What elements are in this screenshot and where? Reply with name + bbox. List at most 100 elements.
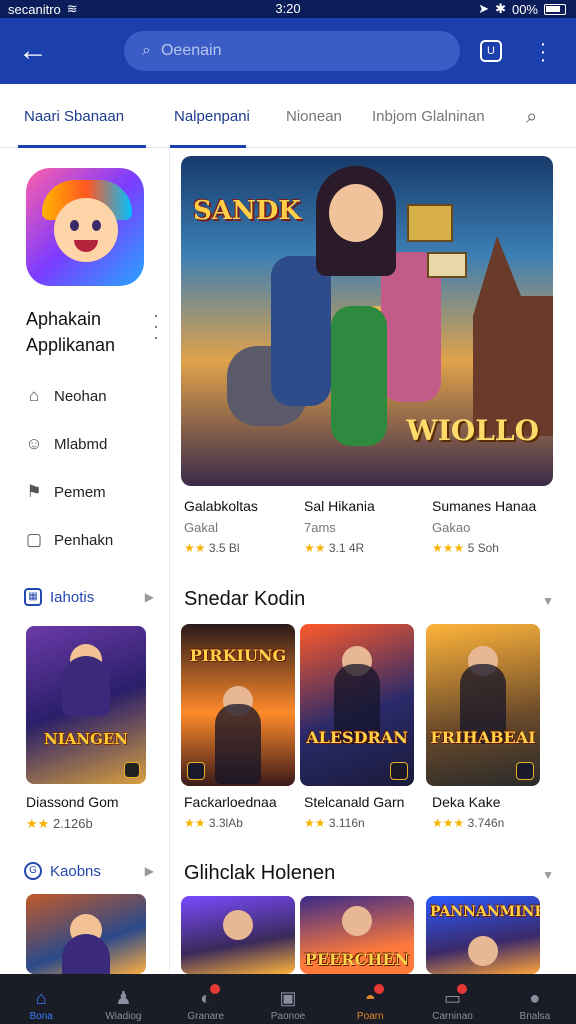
star-icon: ★★★ bbox=[432, 541, 465, 555]
card-rating: ★★ 2.126b bbox=[26, 816, 93, 831]
app-options-icon[interactable]: · · · bbox=[152, 306, 160, 346]
hero-item-rating: ★★ 3.5 Bl bbox=[184, 541, 240, 555]
grid-icon: ▦ bbox=[24, 588, 42, 606]
section-title-second: Glihclak Holenen bbox=[184, 862, 336, 884]
nav-6[interactable]: ▭ Carninao bbox=[411, 974, 493, 1024]
hero-item[interactable]: Sumanes Hanaa Gakao ★★★ 5 Soh bbox=[432, 498, 552, 555]
tab-1[interactable]: Naari Sbanaan bbox=[24, 108, 124, 125]
game-card[interactable]: PANNANMINE bbox=[426, 896, 540, 974]
bluetooth-icon: ✱ bbox=[495, 1, 506, 16]
hero-logo-right: WIOLLO bbox=[406, 414, 539, 447]
nav-2[interactable]: ♟ Wiadiog bbox=[82, 974, 164, 1024]
nav-5[interactable]: ◓ Poarn bbox=[329, 974, 411, 1024]
star-icon: ★★ bbox=[184, 816, 206, 830]
hero-item-subtitle: 7ams bbox=[304, 520, 336, 535]
profile-icon: ● bbox=[529, 988, 541, 1008]
card-badge-icon bbox=[124, 762, 140, 778]
star-icon: ★★ bbox=[304, 541, 326, 555]
card-title: Diassond Gom bbox=[26, 794, 119, 810]
hero-item-subtitle: Gakao bbox=[432, 520, 471, 535]
hero-item[interactable]: Galabkoltas Gakal ★★ 3.5 Bl bbox=[184, 498, 304, 555]
tab-search-icon[interactable]: ⌕ bbox=[526, 106, 537, 129]
hero-item-title: Sumanes Hanaa bbox=[432, 498, 537, 514]
sidebar-item-label: Penhakn bbox=[54, 531, 114, 549]
card-rating: ★★ 3.3lAb bbox=[184, 816, 243, 830]
game-card[interactable] bbox=[181, 896, 295, 974]
app-name: Aphakain Applikanan bbox=[26, 309, 116, 355]
user-icon: ☺ bbox=[25, 434, 43, 453]
card-banner: NIANGEN bbox=[43, 730, 129, 748]
chevron-down-icon[interactable]: ▼ bbox=[542, 868, 554, 882]
more-options-icon[interactable]: · · · bbox=[538, 34, 548, 70]
sidebar: Aphakain Applikanan · · · ⌂ Neohan ☺ Mlabm… bbox=[0, 148, 170, 974]
star-icon: ★★★ bbox=[432, 816, 465, 830]
card-badge-icon bbox=[516, 762, 534, 780]
sidebar-item-label: Neohan bbox=[54, 387, 107, 405]
sidebar-item-4[interactable]: ▢ Penhakn bbox=[24, 530, 113, 550]
tab-bar: Naari Sbanaan Nalpenpani Nionean Inbjom … bbox=[0, 84, 576, 148]
notification-dot bbox=[456, 984, 467, 994]
battery-icon bbox=[544, 3, 566, 15]
star-icon: ★★ bbox=[304, 816, 326, 830]
tab-3[interactable]: Nionean bbox=[286, 108, 342, 125]
search-bar[interactable]: ⌕ bbox=[124, 31, 460, 71]
sidebar-game-card-2[interactable] bbox=[26, 894, 146, 974]
sidebar-section-2[interactable]: G Kaobns ▶ bbox=[24, 862, 154, 880]
home-icon: ⌂ bbox=[35, 988, 47, 1008]
hero-item-subtitle: Gakal bbox=[184, 520, 218, 535]
game-card[interactable]: PEERCHEN bbox=[300, 896, 414, 974]
card-badge-icon bbox=[390, 762, 408, 780]
hero-item-rating: ★★★ 5 Soh bbox=[432, 541, 499, 555]
search-input[interactable] bbox=[160, 42, 401, 60]
app-icon[interactable] bbox=[26, 168, 144, 286]
notification-dot bbox=[209, 984, 220, 994]
search-icon: ⌕ bbox=[142, 42, 151, 59]
tab-2[interactable]: Nalpenpani bbox=[174, 108, 250, 125]
card-rating: ★★ 3.116n bbox=[304, 816, 365, 830]
nav-home[interactable]: ⌂ Bona bbox=[0, 974, 82, 1024]
sidebar-item-1[interactable]: ⌂ Neohan bbox=[24, 386, 107, 406]
card-banner: ALESDRAN bbox=[306, 728, 408, 747]
gamepad-icon: ▣ bbox=[279, 988, 297, 1008]
star-icon: ★★ bbox=[184, 541, 206, 555]
hero-banner[interactable]: SANDK WIOLLO bbox=[181, 156, 553, 486]
game-card[interactable]: PIRKIUNG bbox=[181, 624, 295, 786]
bottom-nav: ⌂ Bona ♟ Wiadiog ◐ Granare ▣ Paonoe ◓ Po… bbox=[0, 974, 576, 1024]
card-banner: FRIHABEAI bbox=[430, 728, 536, 747]
square-icon: ▢ bbox=[25, 530, 43, 549]
sidebar-item-3[interactable]: ⚑ Pemem bbox=[24, 482, 105, 502]
game-card[interactable]: ALESDRAN bbox=[300, 624, 414, 786]
nav-4[interactable]: ▣ Paonoe bbox=[247, 974, 329, 1024]
star-icon: ★★ bbox=[26, 816, 50, 831]
nav-profile[interactable]: ● Bnalsa bbox=[494, 974, 576, 1024]
card-title: Deka Kake bbox=[432, 794, 501, 810]
section-title-popular: Snedar Kodin bbox=[184, 588, 306, 610]
person-icon: ♟ bbox=[115, 988, 132, 1008]
chevron-right-icon: ▶ bbox=[144, 864, 154, 878]
battery-percent: 00% bbox=[511, 1, 538, 17]
sidebar-section-1[interactable]: ▦ Iahotis ▶ bbox=[24, 588, 154, 606]
game-card[interactable]: FRIHABEAI bbox=[426, 624, 540, 786]
card-badge-icon bbox=[187, 762, 205, 780]
sidebar-game-card[interactable]: NIANGEN bbox=[26, 626, 146, 784]
app-bar: ← ⌕ U ··· bbox=[0, 18, 576, 84]
chevron-right-icon: ▶ bbox=[144, 590, 154, 604]
hero-item-title: Sal Hikania bbox=[304, 498, 375, 514]
hero-item[interactable]: Sal Hikania 7ams ★★ 3.1 4R bbox=[304, 498, 424, 555]
card-title: Stelcanald Garn bbox=[304, 794, 405, 810]
sidebar-item-label: Mlabmd bbox=[54, 435, 108, 453]
section-label: Iahotis bbox=[50, 588, 95, 606]
chevron-down-icon[interactable]: ▼ bbox=[542, 594, 554, 608]
nav-3[interactable]: ◐ Granare bbox=[165, 974, 247, 1024]
notification-dot bbox=[374, 984, 385, 994]
tab-4[interactable]: Inbjom Glalninan bbox=[372, 108, 485, 125]
card-banner: PANNANMINE bbox=[430, 904, 540, 920]
back-arrow-icon[interactable]: ← bbox=[18, 36, 50, 68]
status-bar: secanitro ≋ 3:20 ➤ ✱ 00% bbox=[0, 0, 576, 18]
sidebar-item-2[interactable]: ☺ Mlabmd bbox=[24, 434, 107, 454]
main-content: SANDK WIOLLO Galabkoltas Gakal ★★ 3.5 Bl… bbox=[170, 148, 576, 974]
home-icon: ⌂ bbox=[28, 386, 40, 405]
shield-icon[interactable]: U bbox=[480, 40, 502, 62]
hero-logo-left: SANDK bbox=[193, 196, 301, 226]
flag-icon: ⚑ bbox=[26, 482, 42, 501]
